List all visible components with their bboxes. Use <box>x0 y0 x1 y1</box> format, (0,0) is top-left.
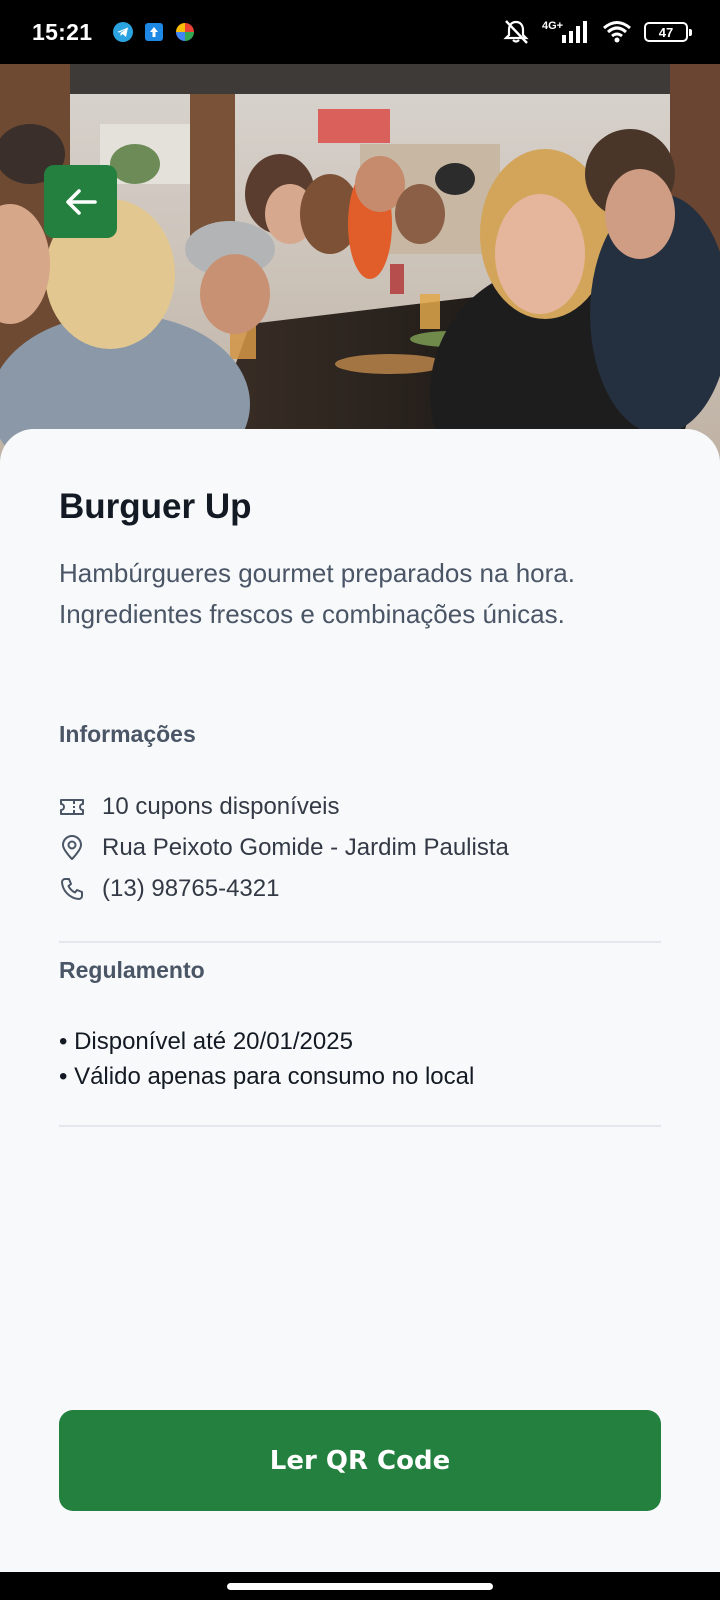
divider <box>59 1125 661 1127</box>
phone-icon <box>59 876 85 902</box>
svg-text:4G+: 4G+ <box>542 20 563 32</box>
info-item-text: 10 cupons disponíveis <box>102 792 340 820</box>
status-bar: 15:21 4G+ 47 <box>0 0 720 64</box>
info-item-text: (13) 98765-4321 <box>102 874 280 902</box>
details-sheet: Burguer Up Hambúrgueres gourmet preparad… <box>0 429 720 1572</box>
wifi-icon <box>603 21 631 43</box>
rules-list: • Disponível até 20/01/2025 • Válido ape… <box>59 1024 474 1094</box>
rules-heading: Regulamento <box>59 957 205 983</box>
info-heading: Informações <box>59 721 196 747</box>
signal-icon: 4G+ <box>542 20 587 43</box>
status-left: 15:21 <box>32 19 196 46</box>
status-right: 4G+ 47 <box>502 19 692 45</box>
read-qr-code-button[interactable]: Ler QR Code <box>59 1410 661 1511</box>
location-pin-icon <box>59 834 85 861</box>
battery-indicator: 47 <box>644 22 692 42</box>
muted-bell-icon <box>503 20 529 44</box>
status-time: 15:21 <box>32 18 93 45</box>
restaurant-description: Hambúrgueres gourmet preparados na hora.… <box>59 558 575 629</box>
divider <box>59 941 661 943</box>
info-item-phone: (13) 98765-4321 <box>59 868 509 909</box>
info-item-address: Rua Peixoto Gomide - Jardim Paulista <box>59 827 509 868</box>
telegram-icon <box>113 22 134 42</box>
upload-icon <box>145 23 164 41</box>
ticket-icon <box>59 794 85 820</box>
system-nav-bar <box>0 1572 720 1600</box>
info-list: 10 cupons disponíveis Rua Peixoto Gomide… <box>59 786 509 909</box>
pinwheel-icon <box>176 23 195 41</box>
back-button[interactable] <box>44 165 117 238</box>
rule-item: • Válido apenas para consumo no local <box>59 1063 475 1090</box>
notification-icons <box>112 21 196 43</box>
restaurant-name: Burguer Up <box>59 487 252 526</box>
info-item-coupons: 10 cupons disponíveis <box>59 786 509 827</box>
hero-image <box>0 64 720 464</box>
home-indicator[interactable] <box>227 1583 493 1590</box>
rule-item: • Disponível até 20/01/2025 <box>59 1028 353 1055</box>
info-item-text: Rua Peixoto Gomide - Jardim Paulista <box>102 833 509 861</box>
arrow-left-icon <box>65 188 97 215</box>
